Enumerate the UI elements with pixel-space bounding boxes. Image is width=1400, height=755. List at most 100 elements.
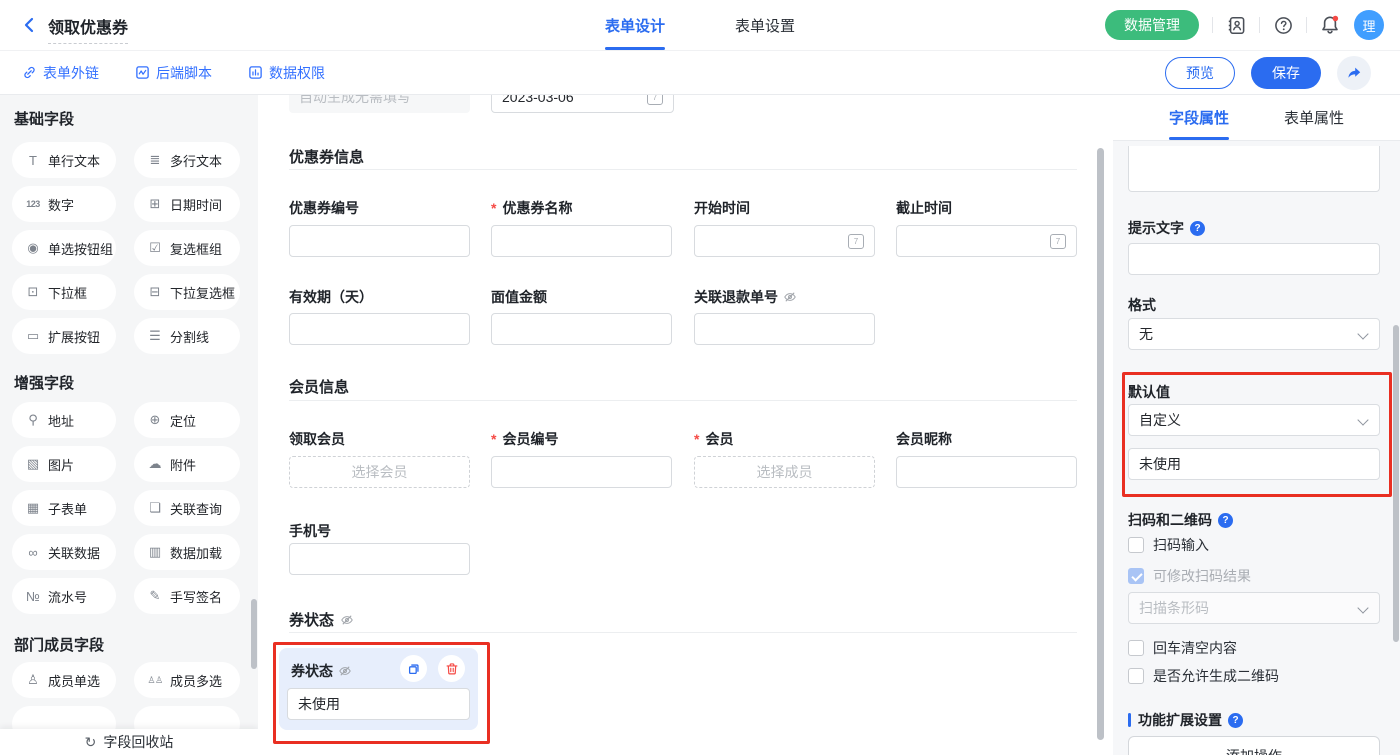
field-label-valid-days: 有效期（天）: [289, 287, 373, 307]
help-icon[interactable]: [1273, 15, 1293, 35]
sidebar-item-datetime[interactable]: ⊞日期时间: [134, 186, 240, 222]
eye-off-icon: [340, 613, 354, 627]
format-select[interactable]: 无: [1128, 318, 1380, 350]
subform-icon: ▦: [24, 500, 42, 516]
phone-input[interactable]: [289, 543, 470, 575]
help-badge-icon[interactable]: [1228, 713, 1243, 728]
back-button[interactable]: [20, 15, 40, 35]
sidebar-item-extend-button[interactable]: ▭扩展按钮: [12, 318, 116, 354]
field-label-member-no: *会员编号: [491, 429, 558, 449]
get-member-picker[interactable]: 选择会员: [289, 456, 470, 488]
sidebar-item-signature[interactable]: ✎手写签名: [134, 578, 240, 614]
back-chevron-icon: [20, 15, 40, 35]
link-icon: [22, 65, 37, 80]
sidebar-item-radio-group[interactable]: ◉单选按钮组: [12, 230, 116, 266]
help-badge-icon[interactable]: [1190, 221, 1205, 236]
sidebar-item-member-single[interactable]: ♙成员单选: [12, 662, 116, 698]
form-canvas: 自动生成无需填写 2023-03-06 优惠券信息 优惠券编号 *优惠券名称 开…: [258, 94, 1113, 755]
copy-field-button[interactable]: [400, 655, 427, 682]
sidebar-item-single-line-text[interactable]: T单行文本: [12, 142, 116, 178]
notification-bell-icon[interactable]: [1320, 15, 1340, 35]
selected-field-card[interactable]: 券状态 未使用: [279, 648, 478, 730]
address-book-icon[interactable]: [1226, 15, 1246, 35]
status-value-input[interactable]: 未使用: [287, 688, 470, 720]
dropdown-icon: ⊡: [24, 284, 42, 300]
coupon-name-input[interactable]: [491, 225, 672, 257]
tab-form-design[interactable]: 表单设计: [605, 0, 665, 50]
data-permission-button[interactable]: 数据权限: [248, 63, 325, 83]
allow-qr-checkbox-row[interactable]: 是否允许生成二维码: [1128, 666, 1279, 686]
selected-field-label: 券状态: [291, 661, 352, 681]
section-enhanced-fields: 增强字段: [14, 372, 74, 393]
calendar-icon: ⊞: [146, 196, 164, 212]
field-name-input[interactable]: [1128, 146, 1380, 192]
enter-clear-checkbox-row[interactable]: 回车清空内容: [1128, 638, 1237, 658]
member-picker[interactable]: 选择成员: [694, 456, 875, 488]
share-button[interactable]: [1337, 56, 1371, 90]
sidebar-item-multi-dropdown[interactable]: ⊟下拉复选框: [134, 274, 240, 310]
member-nick-input[interactable]: [896, 456, 1077, 488]
sidebar-item-divider-line[interactable]: ☰分割线: [134, 318, 240, 354]
form-title[interactable]: 领取优惠券: [48, 14, 128, 44]
checkbox-unchecked[interactable]: [1128, 640, 1144, 656]
sidebar-item-subform[interactable]: ▦子表单: [12, 490, 116, 526]
sidebar-item-image[interactable]: ▧图片: [12, 446, 116, 482]
tab-form-settings[interactable]: 表单设置: [735, 0, 795, 50]
sidebar-item-address[interactable]: ⚲地址: [12, 402, 116, 438]
checkbox-unchecked[interactable]: [1128, 668, 1144, 684]
field-label-member: *会员: [694, 429, 733, 449]
external-link-button[interactable]: 表单外链: [22, 63, 99, 83]
default-type-select[interactable]: 自定义: [1128, 404, 1380, 436]
copy-icon: [407, 662, 421, 676]
save-button[interactable]: 保存: [1251, 57, 1321, 89]
sidebar-item-multi-line-text[interactable]: ≣多行文本: [134, 142, 240, 178]
sidebar-item-dropdown[interactable]: ⊡下拉框: [12, 274, 116, 310]
sidebar-item-checkbox-group[interactable]: ☑复选框组: [134, 230, 240, 266]
delete-field-button[interactable]: [438, 655, 465, 682]
calendar-icon: [1050, 234, 1066, 249]
sidebar-item-linked-query[interactable]: ❏关联查询: [134, 490, 240, 526]
sidebar-item-attachment[interactable]: ☁附件: [134, 446, 240, 482]
checkbox-unchecked[interactable]: [1128, 537, 1144, 553]
trash-icon: [445, 662, 459, 676]
serial-number-field[interactable]: 自动生成无需填写: [289, 94, 470, 113]
section-member-fields: 部门成员字段: [14, 634, 104, 655]
start-time-input[interactable]: [694, 225, 875, 257]
default-value-input[interactable]: 未使用: [1128, 448, 1380, 480]
tab-field-properties[interactable]: 字段属性: [1169, 94, 1229, 140]
sidebar-item-location[interactable]: ⊕定位: [134, 402, 240, 438]
member-no-input[interactable]: [491, 456, 672, 488]
sidebar-item-linked-data[interactable]: ∞关联数据: [12, 534, 116, 570]
refund-no-input[interactable]: [694, 313, 875, 345]
preview-button[interactable]: 预览: [1165, 57, 1235, 89]
panel-scrollbar[interactable]: [1393, 325, 1399, 642]
canvas-scrollbar[interactable]: [1097, 148, 1104, 740]
data-manage-button[interactable]: 数据管理: [1105, 10, 1199, 40]
valid-days-input[interactable]: [289, 313, 470, 345]
hint-text-input[interactable]: [1128, 243, 1380, 275]
add-action-button[interactable]: 添加操作: [1128, 736, 1380, 755]
editable-result-checkbox-row[interactable]: 可修改扫码结果: [1128, 566, 1251, 586]
script-icon: [135, 65, 150, 80]
field-label-face-value: 面值金额: [491, 287, 547, 307]
sidebar-scrollbar[interactable]: [251, 599, 257, 669]
sidebar-item-data-load[interactable]: ▥数据加载: [134, 534, 240, 570]
scan-input-checkbox-row[interactable]: 扫码输入: [1128, 535, 1209, 555]
backend-script-button[interactable]: 后端脚本: [135, 63, 212, 83]
top-bar: 领取优惠券 表单设计 表单设置 数据管理 理: [0, 0, 1400, 51]
field-recycle-bin[interactable]: ↻ 字段回收站: [0, 729, 258, 755]
tab-form-properties[interactable]: 表单属性: [1284, 94, 1344, 140]
face-value-input[interactable]: [491, 313, 672, 345]
field-label-get-member: 领取会员: [289, 429, 345, 449]
help-badge-icon[interactable]: [1218, 513, 1233, 528]
coupon-no-input[interactable]: [289, 225, 470, 257]
end-time-input[interactable]: [896, 225, 1077, 257]
section-divider: [289, 632, 1077, 633]
sidebar-item-serial-number[interactable]: №流水号: [12, 578, 116, 614]
calendar-icon: [848, 234, 864, 249]
date-field[interactable]: 2023-03-06: [491, 94, 674, 113]
sidebar-item-member-multi[interactable]: ♙♙成员多选: [134, 662, 240, 698]
user-avatar[interactable]: 理: [1354, 10, 1384, 40]
sidebar-item-number[interactable]: 123数字: [12, 186, 116, 222]
accent-bar: [1128, 713, 1131, 727]
